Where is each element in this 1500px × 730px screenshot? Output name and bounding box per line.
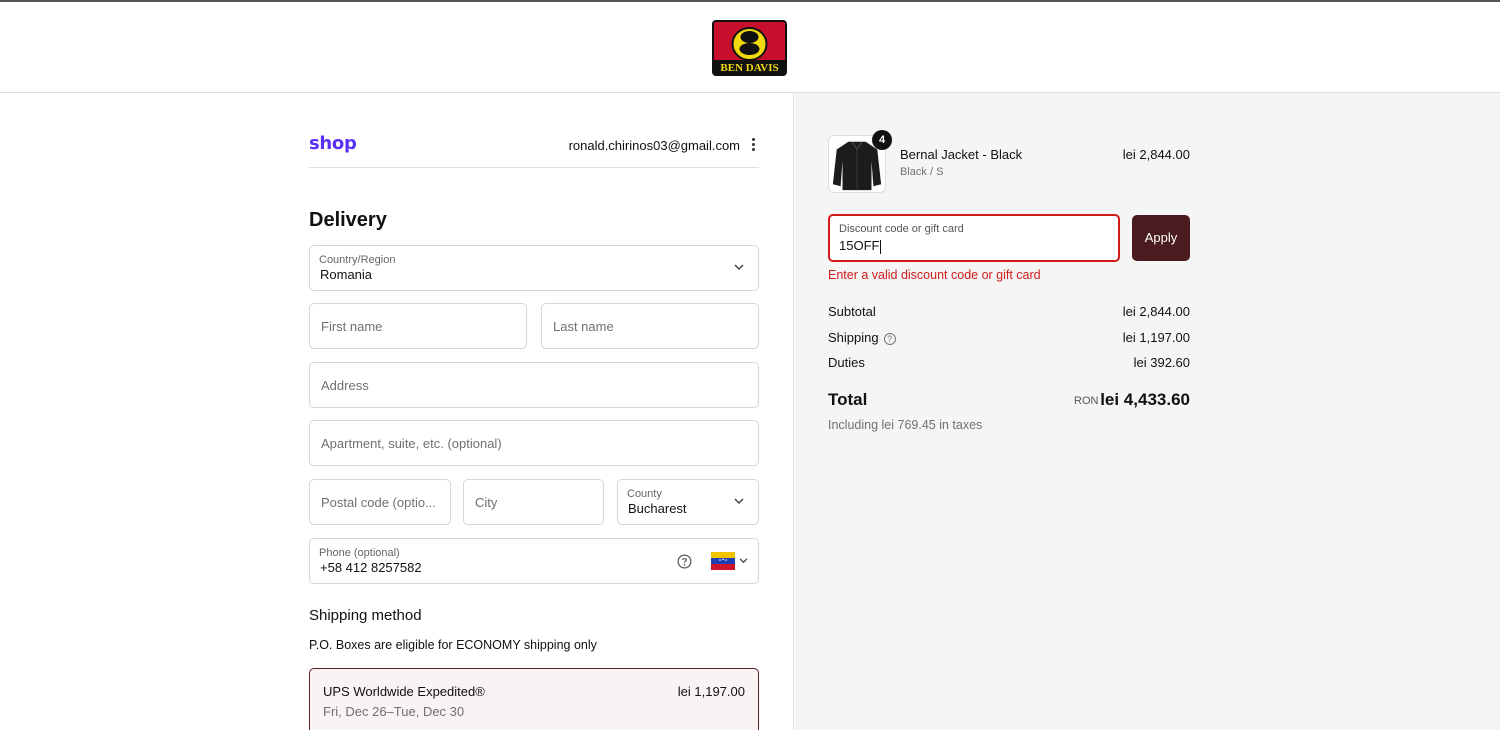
text-caret — [880, 239, 882, 254]
product-variant: Black / S — [900, 166, 944, 178]
subtotal-row: Subtotal lei 2,844.00 — [828, 304, 1190, 322]
last-name-field[interactable]: Last name — [541, 303, 759, 349]
country-select[interactable]: Country/Region Romania — [309, 245, 759, 291]
discount-value-text: 15OFF — [839, 238, 880, 253]
shipping-method-heading: Shipping method — [309, 607, 422, 624]
discount-label: Discount code or gift card — [839, 223, 964, 235]
first-name-field[interactable]: First name — [309, 303, 527, 349]
kebab-menu-icon[interactable] — [750, 136, 756, 154]
discount-value: 15OFF — [839, 238, 882, 254]
checkout-header: BEN DAVIS — [0, 2, 1500, 93]
postal-code-placeholder: Postal code (optio... — [321, 495, 436, 510]
shipping-label-wrap: Shipping? — [828, 330, 896, 345]
subtotal-label: Subtotal — [828, 304, 876, 319]
postal-code-field[interactable]: Postal code (optio... — [309, 479, 451, 525]
help-circle-icon[interactable]: ? — [883, 333, 896, 345]
discount-error-message: Enter a valid discount code or gift card — [828, 268, 1041, 282]
shop-account-bar: shop ronald.chirinos03@gmail.com — [309, 133, 759, 168]
chevron-down-icon — [734, 264, 744, 271]
svg-text:BEN DAVIS: BEN DAVIS — [720, 62, 778, 74]
country-label: Country/Region — [319, 254, 396, 266]
quantity-badge: 4 — [872, 130, 892, 150]
account-email: ronald.chirinos03@gmail.com — [568, 138, 740, 153]
county-select[interactable]: County Bucharest — [617, 479, 759, 525]
city-field[interactable]: City — [463, 479, 604, 525]
duties-label: Duties — [828, 355, 865, 370]
order-summary-panel: 4 Bernal Jacket - Black Black / S lei 2,… — [795, 93, 1500, 730]
venezuela-flag-icon[interactable] — [711, 552, 735, 570]
subtotal-value: lei 2,844.00 — [1122, 304, 1190, 319]
shipping-option-name: UPS Worldwide Expedited® — [323, 684, 485, 699]
apartment-field[interactable]: Apartment, suite, etc. (optional) — [309, 420, 759, 466]
duties-value: lei 392.60 — [1133, 355, 1190, 370]
checkout-form-panel: shop ronald.chirinos03@gmail.com Deliver… — [0, 93, 794, 730]
product-price: lei 2,844.00 — [1122, 147, 1190, 162]
shipping-label: Shipping — [828, 330, 879, 345]
shipping-option-date: Fri, Dec 26–Tue, Dec 30 — [323, 704, 465, 719]
total-value: lei 4,433.60 — [1100, 390, 1190, 409]
shipping-note: P.O. Boxes are eligible for ECONOMY ship… — [309, 638, 597, 652]
delivery-heading: Delivery — [309, 209, 387, 231]
chevron-down-icon — [739, 558, 748, 564]
county-value: Bucharest — [628, 501, 687, 516]
total-label: Total — [828, 390, 868, 409]
address-placeholder: Address — [321, 378, 369, 393]
phone-field[interactable]: Phone (optional) +58 412 8257582 — [309, 538, 759, 584]
country-value: Romania — [320, 267, 373, 282]
shipping-row: Shipping? lei 1,197.00 — [828, 330, 1190, 348]
city-placeholder: City — [475, 495, 498, 510]
shipping-option-ups[interactable]: UPS Worldwide Expedited® Fri, Dec 26–Tue… — [309, 668, 759, 730]
ben-davis-logo[interactable]: BEN DAVIS — [712, 20, 787, 76]
help-circle-icon[interactable] — [677, 554, 692, 569]
apply-button[interactable]: Apply — [1132, 215, 1190, 261]
apartment-placeholder: Apartment, suite, etc. (optional) — [321, 436, 502, 451]
product-thumbnail: 4 — [828, 130, 892, 193]
product-name: Bernal Jacket - Black — [900, 147, 1023, 162]
shipping-value: lei 1,197.00 — [1122, 330, 1190, 345]
last-name-placeholder: Last name — [553, 319, 614, 334]
duties-row: Duties lei 392.60 — [828, 355, 1190, 373]
first-name-placeholder: First name — [321, 319, 383, 334]
shipping-option-price: lei 1,197.00 — [677, 684, 745, 699]
address-field[interactable]: Address — [309, 362, 759, 408]
taxes-note: Including lei 769.45 in taxes — [828, 418, 983, 432]
total-currency: RON — [1074, 395, 1099, 407]
phone-value: +58 412 8257582 — [320, 560, 422, 575]
county-label: County — [627, 488, 662, 500]
discount-code-field[interactable]: Discount code or gift card 15OFF — [828, 214, 1120, 262]
phone-label: Phone (optional) — [319, 547, 400, 559]
chevron-down-icon — [734, 498, 744, 505]
shop-pay-logo[interactable]: shop — [309, 133, 357, 154]
gorilla-logo-icon: BEN DAVIS — [714, 22, 785, 74]
